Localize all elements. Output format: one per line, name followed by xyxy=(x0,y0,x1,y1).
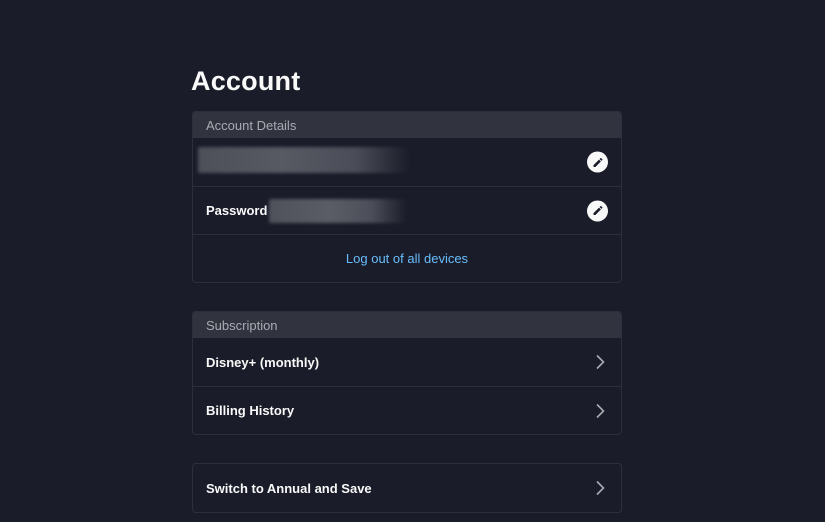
switch-to-annual-label: Switch to Annual and Save xyxy=(206,480,372,496)
subscription-card: Subscription Disney+ (monthly) Billing H… xyxy=(192,311,622,435)
edit-password-button[interactable] xyxy=(587,200,608,221)
password-value-redacted xyxy=(269,198,408,223)
edit-email-button[interactable] xyxy=(587,151,608,173)
account-details-header: Account Details xyxy=(193,112,621,138)
subscription-plan-label: Disney+ (monthly) xyxy=(206,354,320,370)
account-details-card: Account Details Password Log out of all … xyxy=(192,111,622,283)
billing-history-label: Billing History xyxy=(206,403,295,418)
email-value-redacted xyxy=(198,147,410,173)
annual-promo-card: Switch to Annual and Save xyxy=(192,463,622,513)
subscription-plan-row[interactable]: Disney+ (monthly) xyxy=(193,338,621,386)
email-row xyxy=(193,138,621,186)
password-row: Password xyxy=(193,186,621,234)
pencil-icon xyxy=(593,205,603,215)
page-title: Account xyxy=(191,66,301,96)
switch-to-annual-row[interactable]: Switch to Annual and Save xyxy=(193,464,621,512)
chevron-right-icon xyxy=(596,403,605,418)
chevron-right-icon xyxy=(596,354,605,370)
billing-history-row[interactable]: Billing History xyxy=(193,386,621,434)
logout-row: Log out of all devices xyxy=(193,234,621,282)
logout-all-devices-link[interactable]: Log out of all devices xyxy=(346,251,468,266)
chevron-right-icon xyxy=(596,480,605,496)
subscription-header: Subscription xyxy=(193,312,621,338)
pencil-icon xyxy=(593,157,603,167)
password-label: Password xyxy=(206,203,268,218)
